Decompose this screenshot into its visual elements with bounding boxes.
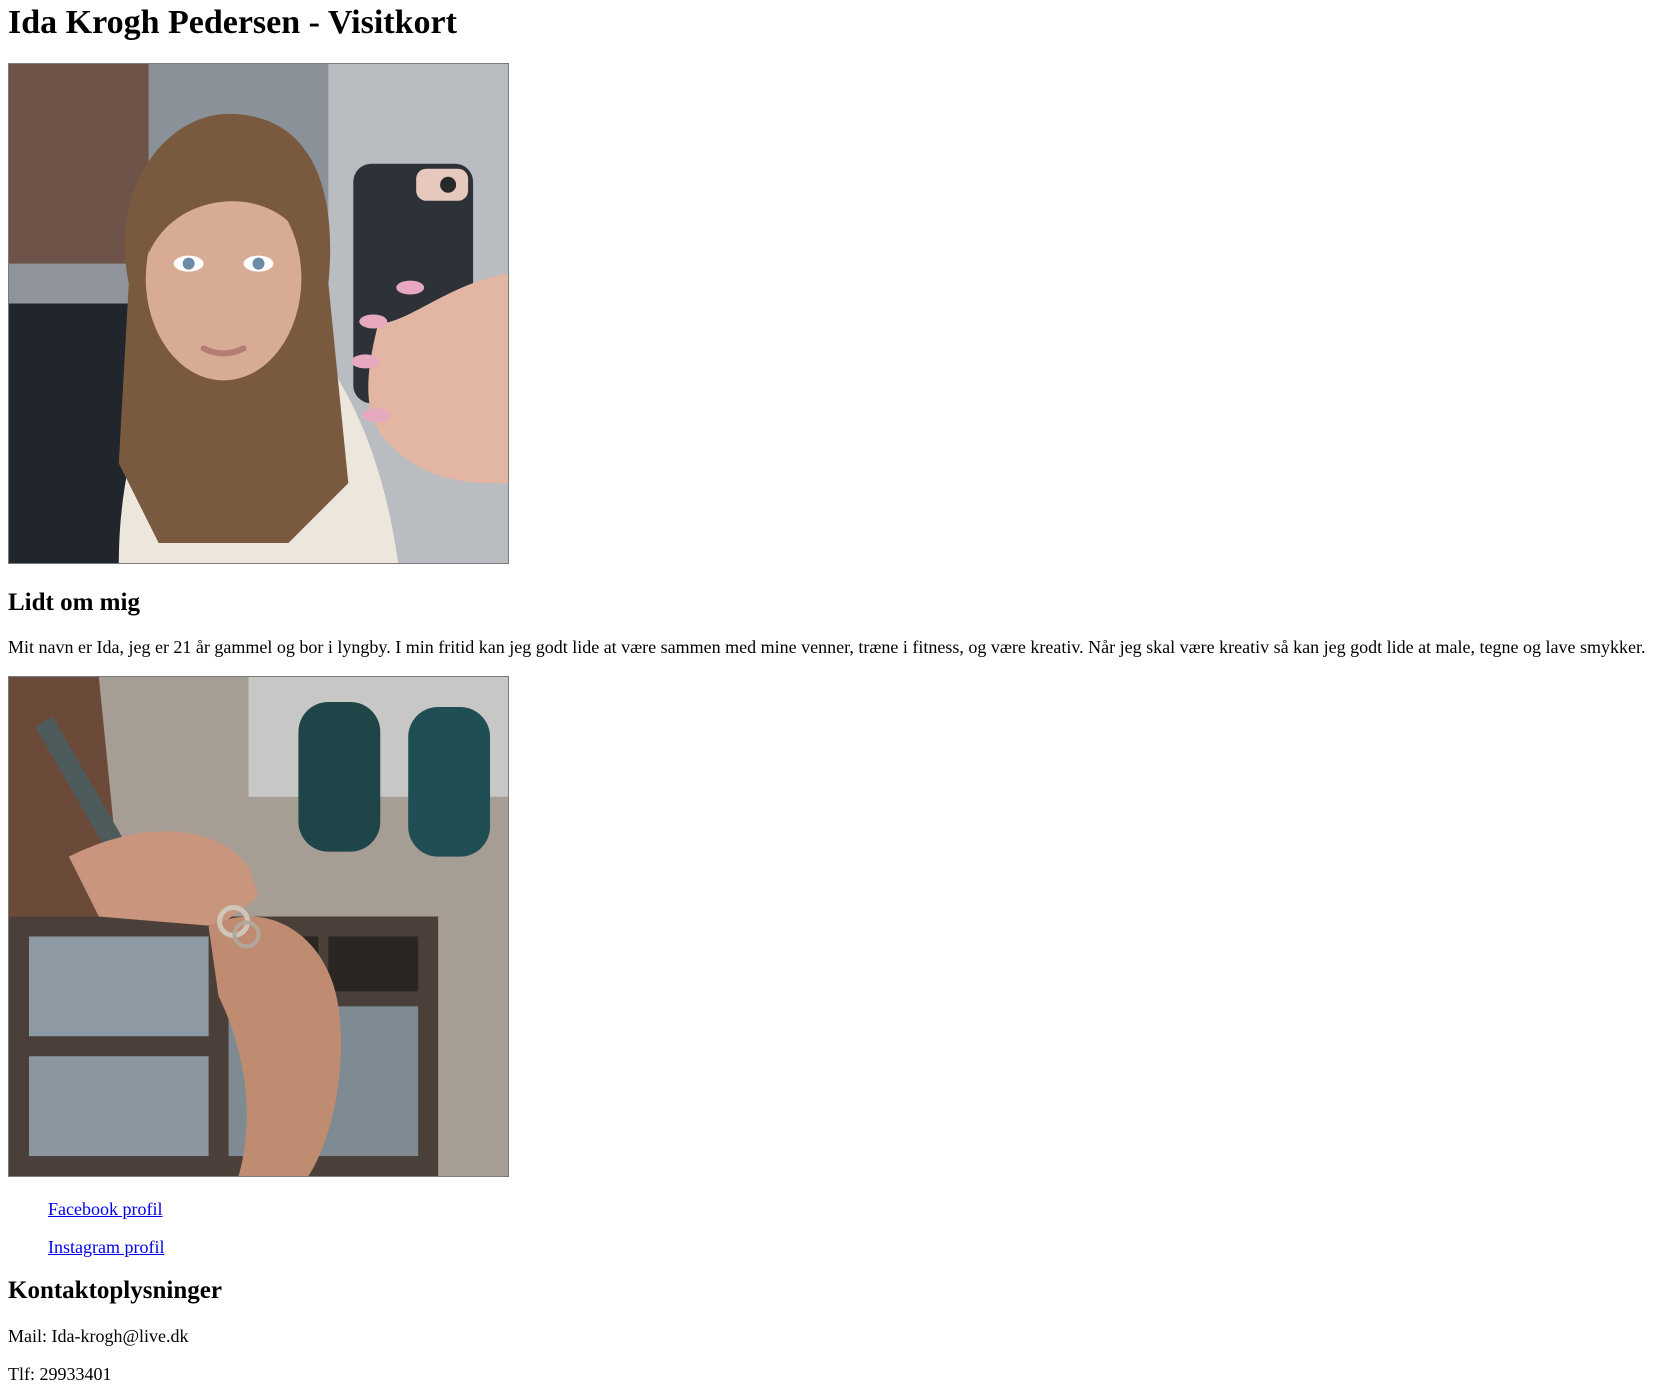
contact-heading: Kontaktoplysninger xyxy=(8,1277,222,1304)
mail-text: Mail: Ida-krogh@live.dk xyxy=(8,1326,189,1346)
social-link-item: Instagram profil xyxy=(48,1236,164,1274)
jewelry-photo xyxy=(8,676,509,1177)
portrait-photo xyxy=(8,63,509,564)
social-link-item: Facebook profil xyxy=(48,1198,164,1236)
social-links-list: Facebook profil Instagram profil xyxy=(48,1198,164,1274)
page-title: Ida Krogh Pedersen - Visitkort xyxy=(8,4,457,41)
about-text: Mit navn er Ida, jeg er 21 år gammel og … xyxy=(8,637,1646,657)
phone-text: Tlf: 29933401 xyxy=(8,1364,112,1384)
instagram-profile-link[interactable]: Instagram profil xyxy=(48,1237,164,1257)
facebook-profile-link[interactable]: Facebook profil xyxy=(48,1199,162,1219)
about-heading: Lidt om mig xyxy=(8,589,140,616)
